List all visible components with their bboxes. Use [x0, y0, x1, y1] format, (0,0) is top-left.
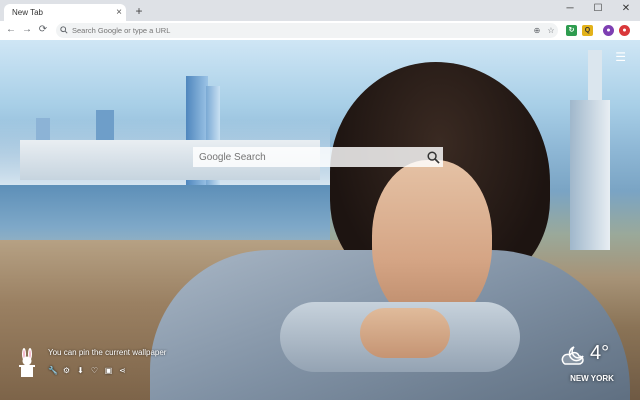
- ext-purple-icon[interactable]: ●: [603, 25, 614, 36]
- tab-strip: New Tab × + ─ ☐ ✕: [0, 0, 640, 21]
- ext-yellow-icon[interactable]: Q: [582, 25, 593, 36]
- new-tab-button[interactable]: +: [132, 4, 146, 18]
- back-button[interactable]: ←: [4, 23, 18, 37]
- omnibox-actions: ⊕ ☆: [532, 23, 556, 38]
- pin-wallpaper-message: You can pin the current wallpaper: [48, 348, 167, 357]
- tab-new-tab[interactable]: New Tab ×: [4, 4, 126, 21]
- site-settings-icon[interactable]: ⊕: [532, 26, 542, 35]
- wallpaper-person-hand: [360, 308, 450, 358]
- wallpaper-building: [570, 100, 610, 250]
- search-icon[interactable]: [423, 147, 443, 167]
- reload-button[interactable]: ⟳: [36, 23, 50, 37]
- hamburger-menu-icon[interactable]: ☰: [615, 50, 626, 64]
- wallpaper-tools: 🔧 ⚙ ⬇ ♡ ▣ ⋖: [48, 366, 127, 375]
- heart-icon[interactable]: ♡: [90, 366, 99, 375]
- new-tab-page: ☰ You can pin the current wallpaper 🔧 ⚙ …: [0, 40, 640, 400]
- wallpaper-person-face: [372, 160, 492, 325]
- window-controls: ─ ☐ ✕: [556, 0, 640, 18]
- google-search-box[interactable]: [193, 147, 443, 167]
- weather-city: NEW YORK: [570, 374, 614, 383]
- google-search-input[interactable]: [193, 150, 423, 164]
- cloudy-night-icon: [561, 346, 584, 365]
- share-icon[interactable]: ⋖: [118, 366, 127, 375]
- forward-button[interactable]: →: [20, 23, 34, 37]
- weather-temperature: 4°: [590, 342, 610, 364]
- tab-close-icon[interactable]: ×: [112, 7, 126, 18]
- omnibox[interactable]: ⊕ ☆: [56, 23, 558, 38]
- tab-title: New Tab: [12, 8, 43, 17]
- close-window-button[interactable]: ✕: [612, 0, 640, 18]
- gallery-icon[interactable]: ▣: [104, 366, 113, 375]
- wrench-icon[interactable]: 🔧: [48, 366, 58, 375]
- minimize-button[interactable]: ─: [556, 0, 584, 18]
- download-icon[interactable]: ⬇: [76, 366, 85, 375]
- maximize-button[interactable]: ☐: [584, 0, 612, 18]
- ext-green-icon[interactable]: ↻: [566, 25, 577, 36]
- browser-toolbar: ← → ⟳ ⊕ ☆ ↻ Q ● ●: [0, 21, 640, 41]
- gear-icon[interactable]: ⚙: [62, 366, 71, 375]
- weather-widget[interactable]: 4° NEW YORK: [560, 342, 624, 392]
- bunny-hat-icon[interactable]: [16, 348, 38, 378]
- bookmark-star-icon[interactable]: ☆: [546, 26, 556, 35]
- ext-red-icon[interactable]: ●: [619, 25, 630, 36]
- omnibox-input[interactable]: [72, 26, 558, 35]
- search-icon: [56, 25, 72, 36]
